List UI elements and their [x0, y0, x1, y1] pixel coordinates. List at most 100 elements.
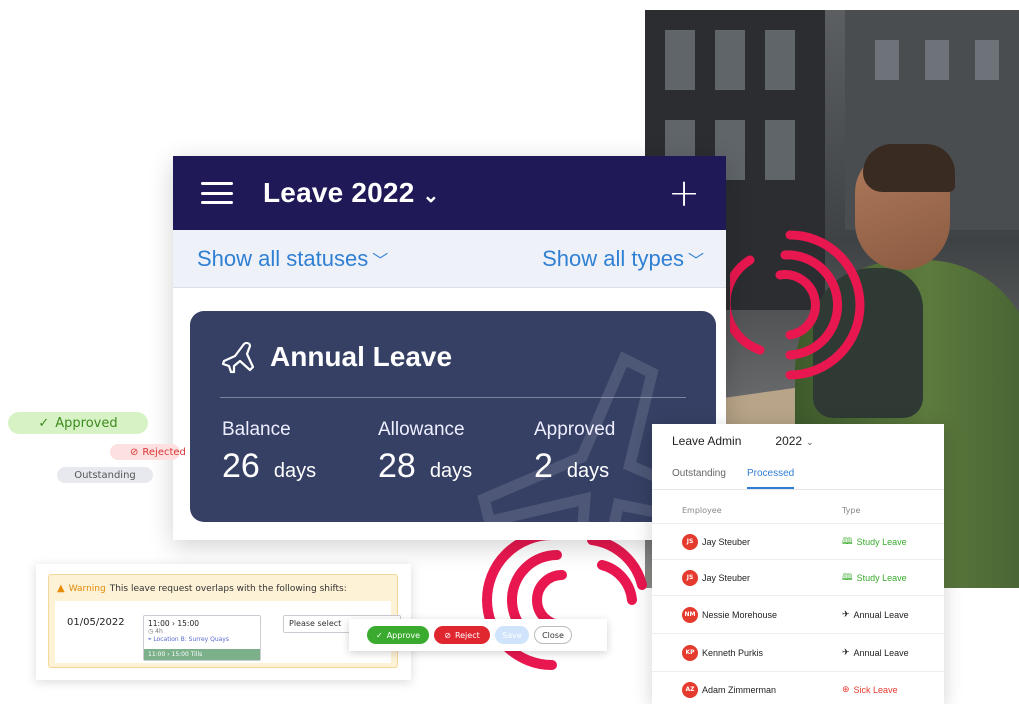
status-filter-label: Show all statuses — [197, 245, 369, 271]
chevron-down-icon: ⌄ — [806, 437, 814, 447]
table-row[interactable]: AZ Adam Zimmerman ⊕ Sick Leave — [652, 671, 944, 704]
select-placeholder: Please select — [289, 619, 342, 628]
leave-type-label: Sick Leave — [853, 684, 898, 695]
save-label: Save — [502, 630, 522, 640]
stat-label: Allowance — [378, 419, 465, 440]
close-label: Close — [542, 630, 564, 640]
avatar: JS — [682, 569, 698, 586]
shift-card[interactable]: 11:00 › 15:00 ◷ 4h ⌖ Location B: Surrey … — [143, 615, 261, 661]
leave-type-label: Annual Leave — [853, 609, 909, 620]
status-filter-dropdown[interactable]: Show all statuses ﹀ — [197, 246, 388, 272]
page-title: Leave 2022 — [263, 177, 415, 208]
building-window — [765, 120, 795, 180]
person-hair — [863, 144, 955, 192]
menu-icon[interactable] — [201, 182, 233, 204]
table-row[interactable]: JS Jay Steuber 🕮 Study Leave — [652, 559, 944, 595]
avatar: NM — [682, 606, 698, 623]
card-title-text: Annual Leave — [270, 341, 453, 372]
reject-label: Reject — [454, 630, 480, 640]
reject-button[interactable]: ⊘ Reject — [434, 626, 490, 644]
airplane-icon: ✈ — [842, 647, 850, 657]
chip-label: Approved — [55, 415, 118, 431]
chip-label: Outstanding — [74, 469, 136, 481]
card-title: Annual Leave — [220, 339, 452, 375]
building-window — [875, 40, 899, 80]
stat-value: 26 — [222, 447, 260, 485]
warning-icon: ▲ — [57, 583, 65, 594]
add-leave-button[interactable]: + — [668, 174, 700, 212]
table-row[interactable]: JS Jay Steuber 🕮 Study Leave — [652, 523, 944, 559]
leave-admin-panel: Leave Admin 2022 ⌄ Outstanding Processed … — [652, 424, 944, 704]
filter-bar: Show all statuses ﹀ Show all types ﹀ — [173, 230, 726, 288]
shift-date: 01/05/2022 — [67, 617, 125, 628]
admin-header: Leave Admin 2022 ⌄ — [672, 434, 814, 448]
allowance-stat: Allowance 28 days — [378, 419, 472, 486]
admin-year-selector[interactable]: 2022 ⌄ — [775, 434, 813, 448]
stat-label: Balance — [222, 419, 291, 440]
medical-icon: ⊕ — [842, 684, 850, 694]
shift-row: 01/05/2022 11:00 › 15:00 ◷ 4h ⌖ Location… — [55, 601, 401, 663]
avatar: KP — [682, 644, 698, 661]
avatar: AZ — [682, 681, 698, 698]
building-window — [665, 30, 695, 90]
leave-type: 🕮 Study Leave — [842, 534, 907, 550]
avatar: JS — [682, 533, 698, 550]
clock-icon: ◷ — [148, 628, 154, 635]
leave-type-label: Study Leave — [856, 536, 907, 547]
admin-title: Leave Admin — [672, 434, 742, 448]
admin-year: 2022 — [775, 434, 803, 448]
action-bar: ✓ Approve ⊘ Reject Save Close — [349, 619, 607, 651]
stat-unit: days — [429, 460, 473, 482]
employee-name: Adam Zimmerman — [702, 684, 777, 695]
stat-label: Approved — [534, 419, 616, 440]
check-icon: ✓ — [38, 415, 50, 431]
chip-label: Rejected — [142, 446, 186, 458]
building-window — [975, 40, 999, 80]
building-window — [925, 40, 949, 80]
leave-type-label: Study Leave — [856, 572, 907, 583]
chevron-down-icon: ﹀ — [687, 252, 704, 270]
ban-icon: ⊘ — [444, 630, 451, 640]
leave-type: ✈ Annual Leave — [842, 609, 909, 620]
stat-unit: days — [273, 460, 317, 482]
employee-name: Nessie Morehouse — [702, 609, 778, 620]
approve-button[interactable]: ✓ Approve — [367, 626, 429, 644]
building-window — [765, 30, 795, 90]
app-header: Leave 2022 ⌄ + — [173, 156, 726, 230]
type-filter-dropdown[interactable]: Show all types ﹀ — [542, 246, 704, 272]
warning-text: This leave request overlaps with the fol… — [109, 583, 347, 594]
year-selector[interactable]: Leave 2022 ⌄ — [263, 177, 439, 209]
leave-type: 🕮 Study Leave — [842, 570, 907, 586]
leave-type-label: Annual Leave — [853, 647, 909, 658]
shift-bar: 11:00 › 15:00 Tills — [144, 649, 260, 660]
person-sleeve — [813, 268, 923, 418]
table-row[interactable]: KP Kenneth Purkis ✈ Annual Leave — [652, 633, 944, 671]
close-button[interactable]: Close — [534, 626, 572, 644]
employee-name: Kenneth Purkis — [702, 647, 764, 658]
book-icon: 🕮 — [842, 571, 853, 582]
tab-processed[interactable]: Processed — [747, 468, 795, 489]
employee-name: Jay Steuber — [702, 536, 751, 547]
card-divider — [220, 397, 686, 398]
ban-icon: ⊘ — [130, 446, 139, 458]
leave-app-panel: Leave 2022 ⌄ + Show all statuses ﹀ Show al… — [173, 156, 726, 540]
leave-type: ✈ Annual Leave — [842, 647, 909, 658]
admin-tabs: Outstanding Processed — [652, 460, 944, 490]
warning-message: ▲ Warning This leave request overlaps wi… — [57, 583, 347, 594]
leave-type: ⊕ Sick Leave — [842, 684, 898, 695]
shift-time: 11:00 › 15:00 — [148, 619, 199, 628]
type-filter-label: Show all types — [542, 245, 684, 271]
approve-label: Approve — [386, 630, 420, 640]
stat-value: 2 — [534, 447, 553, 485]
airplane-icon — [221, 341, 255, 374]
annual-leave-card[interactable]: Annual Leave Balance 26 days Allowance 28… — [190, 311, 716, 522]
outstanding-status-chip: Outstanding — [57, 467, 153, 483]
book-icon: 🕮 — [842, 535, 853, 546]
save-button[interactable]: Save — [495, 626, 529, 644]
building-window — [715, 30, 745, 90]
stat-unit: days — [566, 460, 610, 482]
airplane-icon: ✈ — [842, 609, 850, 619]
tab-outstanding[interactable]: Outstanding — [672, 468, 726, 479]
table-row[interactable]: NM Nessie Morehouse ✈ Annual Leave — [652, 595, 944, 633]
approved-status-chip: ✓ Approved — [8, 412, 148, 434]
